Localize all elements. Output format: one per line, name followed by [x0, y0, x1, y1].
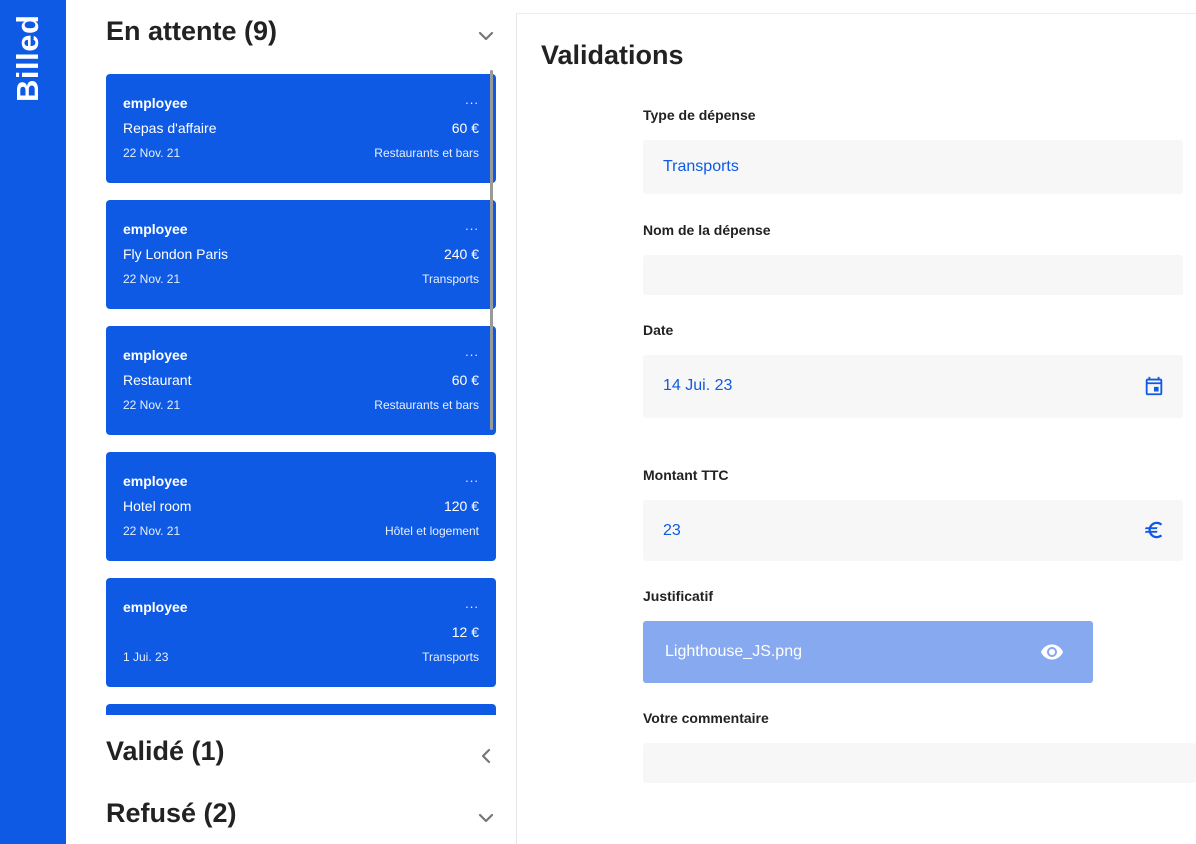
amount-field[interactable]: 23: [643, 500, 1183, 561]
section-refused-header[interactable]: Refusé (2): [106, 798, 496, 842]
bill-label: Fly London Paris: [123, 246, 229, 262]
bill-label: Hotel room: [123, 498, 192, 514]
bill-label: Repas d'affaire: [123, 120, 217, 136]
more-options-icon[interactable]: ...: [465, 92, 479, 107]
expense-name-label: Nom de la dépense: [643, 222, 771, 238]
comment-label: Votre commentaire: [643, 710, 769, 726]
eye-icon[interactable]: [1039, 640, 1065, 664]
bill-date: 22 Nov. 21: [123, 524, 181, 538]
bill-amount: 240 €: [443, 246, 479, 262]
bill-amount: 60 €: [451, 120, 479, 136]
bill-type: Restaurants et bars: [374, 146, 479, 160]
more-options-icon[interactable]: ...: [465, 596, 479, 611]
proof-file[interactable]: Lighthouse_JS.png: [643, 621, 1093, 683]
sidebar: Billed: [0, 0, 66, 844]
section-pending-title: En attente (9): [106, 16, 278, 46]
bill-amount: 120 €: [443, 498, 479, 514]
date-field[interactable]: 14 Jui. 23: [643, 355, 1183, 418]
more-options-icon[interactable]: ...: [465, 218, 479, 233]
expense-type-label: Type de dépense: [643, 107, 756, 123]
amount-label: Montant TTC: [643, 467, 729, 483]
bill-date: 22 Nov. 21: [123, 398, 181, 412]
scrollbar[interactable]: [490, 70, 493, 430]
expense-type-value: Transports: [663, 158, 739, 175]
app-logo-text: Billed: [10, 14, 45, 102]
more-options-icon[interactable]: ...: [465, 344, 479, 359]
proof-file-name: Lighthouse_JS.png: [665, 643, 802, 660]
bill-type: Restaurants et bars: [374, 398, 479, 412]
section-validated-header[interactable]: Validé (1): [106, 736, 496, 780]
bill-type: Transports: [422, 650, 479, 664]
bill-employee-name: employee: [123, 347, 188, 363]
bill-employee-name: employee: [123, 95, 188, 111]
page-title: Validations: [541, 40, 684, 70]
chevron-down-icon[interactable]: [476, 808, 496, 828]
bill-card[interactable]: employee... 12 € 1 Jui. 23 Transports: [106, 578, 496, 687]
bill-amount: 60 €: [451, 372, 479, 388]
bill-date: 22 Nov. 21: [123, 146, 181, 160]
bill-employee-name: employee: [123, 473, 188, 489]
bill-employee-name: employee: [123, 221, 188, 237]
bill-card[interactable]: employee... Fly London Paris 240 € 22 Nov. …: [106, 200, 496, 309]
bill-date: 1 Jui. 23: [123, 650, 169, 664]
bill-amount: 12 €: [451, 624, 479, 640]
euro-icon: [1144, 521, 1163, 539]
chevron-down-icon[interactable]: [476, 26, 496, 46]
more-options-icon[interactable]: ...: [465, 470, 479, 485]
bill-label: Restaurant: [123, 372, 192, 388]
date-value: 14 Jui. 23: [663, 377, 733, 394]
calendar-icon[interactable]: [1143, 375, 1165, 397]
bill-date: 22 Nov. 21: [123, 272, 181, 286]
bill-card[interactable]: employee... Restaurant 60 € 22 Nov. 21 Resta…: [106, 326, 496, 435]
expense-name-field[interactable]: [643, 255, 1183, 295]
bill-type: Hôtel et logement: [384, 524, 479, 538]
chevron-left-icon[interactable]: [476, 746, 496, 766]
bill-employee-name: employee: [123, 599, 188, 615]
validation-panel: Validations Type de dépense Transports N…: [517, 0, 1196, 844]
app-logo: Billed: [0, 0, 66, 140]
section-validated-title: Validé (1): [106, 736, 225, 766]
bill-list: employee... Repas d'affaire 60 € 22 Nov. 21…: [106, 74, 498, 715]
bills-column: En attente (9) employee... Repas d'affair…: [66, 0, 516, 844]
bill-card[interactable]: employee... Repas d'affaire 60 € 22 Nov. 21…: [106, 74, 496, 183]
bill-card[interactable]: [106, 704, 496, 715]
expense-type-field[interactable]: Transports: [643, 140, 1183, 194]
section-refused-title: Refusé (2): [106, 798, 237, 828]
proof-label: Justificatif: [643, 588, 714, 604]
bill-card[interactable]: employee... Hotel room 120 € 22 Nov. 21 Hôte…: [106, 452, 496, 561]
section-pending-header[interactable]: En attente (9): [106, 16, 496, 60]
bill-type: Transports: [422, 272, 479, 286]
amount-value: 23: [663, 522, 681, 539]
date-label: Date: [643, 322, 674, 338]
comment-field[interactable]: [643, 743, 1196, 783]
